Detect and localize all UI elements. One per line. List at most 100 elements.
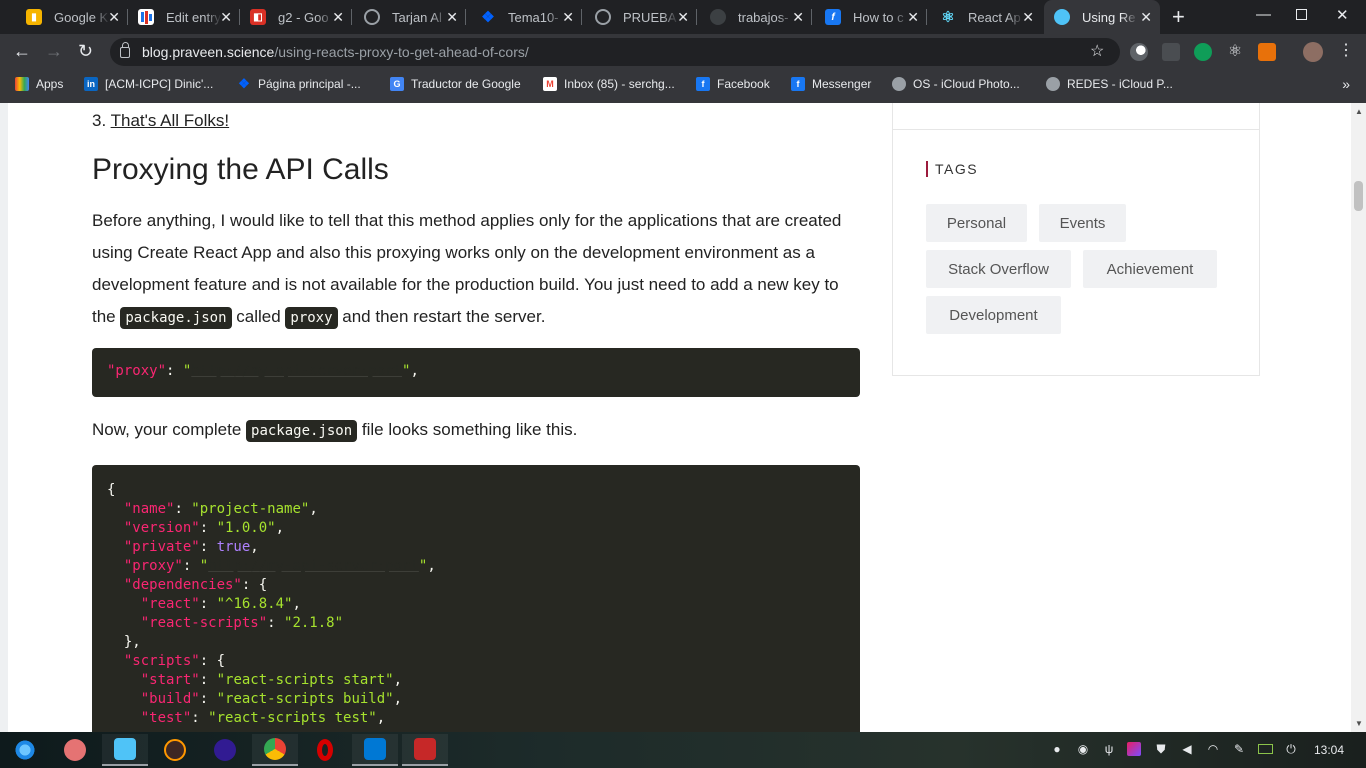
scroll-down-icon[interactable]: ▼ [1355, 719, 1363, 728]
taskbar-app[interactable] [202, 734, 248, 766]
address-bar[interactable]: blog.praveen.science/using-reacts-proxy-… [110, 38, 1120, 66]
taskbar-app[interactable] [52, 734, 98, 766]
dropbox-icon: ❖ [238, 76, 250, 91]
toc-item: 3. That's All Folks! [92, 111, 229, 131]
extension-icon[interactable] [1194, 43, 1212, 61]
tag-stack-overflow[interactable]: Stack Overflow [926, 250, 1071, 288]
bookmark-icloud-redes[interactable]: REDES - iCloud P... [1046, 77, 1173, 91]
new-tab-button[interactable]: + [1172, 6, 1185, 28]
usb-icon[interactable]: ψ [1102, 742, 1116, 756]
tag-events[interactable]: Events [1039, 204, 1126, 242]
deepin-icon [14, 739, 36, 761]
forward-icon[interactable]: → [45, 41, 63, 61]
tab-strip: ▮ Google K ✕ Edit entry ✕ ◧ g2 - Goo ✕ T… [0, 0, 1366, 34]
terminal-icon [414, 738, 436, 760]
close-window-icon[interactable]: ✕ [1336, 6, 1349, 24]
power-icon[interactable]: ⏻ [1284, 742, 1298, 756]
tab-3[interactable]: ◧ g2 - Goo ✕ [240, 0, 352, 34]
bookmark-apps[interactable]: Apps [15, 77, 63, 91]
close-icon[interactable]: ✕ [562, 9, 574, 25]
react-devtools-icon[interactable]: ⚛ [1226, 43, 1244, 61]
close-icon[interactable]: ✕ [907, 9, 919, 25]
url-host: blog.praveen.science [142, 44, 275, 60]
tab-10-active[interactable]: Using Re ✕ [1044, 0, 1160, 34]
taskbar-app[interactable] [302, 734, 348, 766]
tab-5[interactable]: ❖ Tema10- ✕ [470, 0, 582, 34]
toc-link[interactable]: That's All Folks! [111, 111, 230, 130]
tab-title: How to c [853, 9, 904, 25]
gamepad-icon[interactable]: ◉ [1076, 742, 1090, 756]
extension-icon[interactable] [1258, 43, 1276, 61]
tab-9[interactable]: ⚛ React Ap ✕ [930, 0, 1042, 34]
bookmark-acm[interactable]: in [ACM-ICPC] Dinic'... [84, 77, 213, 91]
taskbar-app[interactable] [152, 734, 198, 766]
taskbar-app[interactable] [402, 734, 448, 766]
extension-icon[interactable] [1130, 43, 1148, 61]
close-icon[interactable]: ✕ [1140, 9, 1152, 25]
close-icon[interactable]: ✕ [220, 9, 232, 25]
bookmark-label: REDES - iCloud P... [1067, 77, 1173, 91]
volume-icon[interactable]: ◀ [1180, 742, 1194, 756]
tab-4[interactable]: Tarjan Al ✕ [354, 0, 466, 34]
close-icon[interactable]: ✕ [446, 9, 458, 25]
chat-icon[interactable]: ● [1050, 742, 1064, 756]
facebook-icon: f [791, 77, 805, 91]
bookmark-dropbox[interactable]: ❖ Página principal -... [237, 76, 361, 91]
taskbar-app[interactable] [102, 734, 148, 766]
scroll-up-icon[interactable]: ▲ [1355, 107, 1363, 116]
close-icon[interactable]: ✕ [108, 9, 120, 25]
apps-grid-icon [15, 77, 29, 91]
bookmark-icloud-os[interactable]: OS - iCloud Photo... [892, 77, 1020, 91]
tab-title: trabajos- [738, 9, 789, 25]
tag-achievement[interactable]: Achievement [1083, 250, 1217, 288]
wifi-icon[interactable]: ◠ [1206, 742, 1220, 756]
browser-chrome: ▮ Google K ✕ Edit entry ✕ ◧ g2 - Goo ✕ T… [0, 0, 1366, 103]
close-icon[interactable]: ✕ [677, 9, 689, 25]
launcher-button[interactable] [2, 734, 48, 766]
shield-icon[interactable]: ⛊ [1154, 742, 1168, 756]
close-icon[interactable]: ✕ [1022, 9, 1034, 25]
tab-title: g2 - Goo [278, 9, 329, 25]
tag-development[interactable]: Development [926, 296, 1061, 334]
page-scrollbar[interactable]: ▲ ▼ [1351, 103, 1366, 732]
bookmark-facebook[interactable]: f Facebook [696, 77, 770, 91]
code-link[interactable]: http://my-api-server:port [191, 363, 402, 379]
maximize-icon[interactable] [1296, 9, 1307, 20]
tag-personal[interactable]: Personal [926, 204, 1027, 242]
tab-6[interactable]: PRUEBA ✕ [585, 0, 697, 34]
tags-heading: TAGS [926, 161, 978, 177]
tab-7[interactable]: trabajos- ✕ [700, 0, 812, 34]
app-tray-icon[interactable] [1127, 742, 1141, 756]
bookmark-translate[interactable]: G Traductor de Google [390, 77, 521, 91]
close-icon[interactable]: ✕ [332, 9, 344, 25]
tab-2[interactable]: Edit entry ✕ [128, 0, 240, 34]
bookmark-star-icon[interactable]: ☆ [1090, 41, 1104, 61]
tab-8[interactable]: f How to c ✕ [815, 0, 927, 34]
taskbar-app[interactable] [252, 734, 298, 766]
globe-icon [595, 9, 611, 25]
menu-icon[interactable]: ⋮ [1338, 41, 1354, 61]
bookmark-label: Facebook [717, 77, 770, 91]
slides-icon: ◧ [250, 9, 266, 25]
pen-icon[interactable]: ✎ [1232, 742, 1246, 756]
taskbar-app[interactable] [352, 734, 398, 766]
tab-title: Edit entry [166, 9, 221, 25]
extension-icon[interactable] [1162, 43, 1180, 61]
minimize-icon[interactable]: — [1256, 6, 1271, 23]
avatar[interactable] [1303, 42, 1323, 62]
scroll-thumb[interactable] [1354, 181, 1363, 211]
back-icon[interactable]: ← [13, 41, 31, 61]
battery-icon[interactable] [1258, 744, 1273, 754]
chevron-right-icon[interactable]: » [1342, 76, 1350, 92]
bookmark-messenger[interactable]: f Messenger [791, 77, 871, 91]
browser-toolbar: ← → ↻ blog.praveen.science/using-reacts-… [0, 34, 1366, 70]
dropbox-icon: ❖ [481, 9, 495, 26]
tab-title: Google K [54, 9, 109, 25]
reload-icon[interactable]: ↻ [78, 41, 93, 61]
close-icon[interactable]: ✕ [792, 9, 804, 25]
bookmark-inbox[interactable]: M Inbox (85) - serchg... [543, 77, 675, 91]
clock[interactable]: 13:04 [1314, 743, 1344, 757]
tab-1[interactable]: ▮ Google K ✕ [16, 0, 128, 34]
url-path: /using-reacts-proxy-to-get-ahead-of-cors… [274, 44, 529, 60]
code-link[interactable]: http://my-api-server:port [208, 558, 419, 574]
